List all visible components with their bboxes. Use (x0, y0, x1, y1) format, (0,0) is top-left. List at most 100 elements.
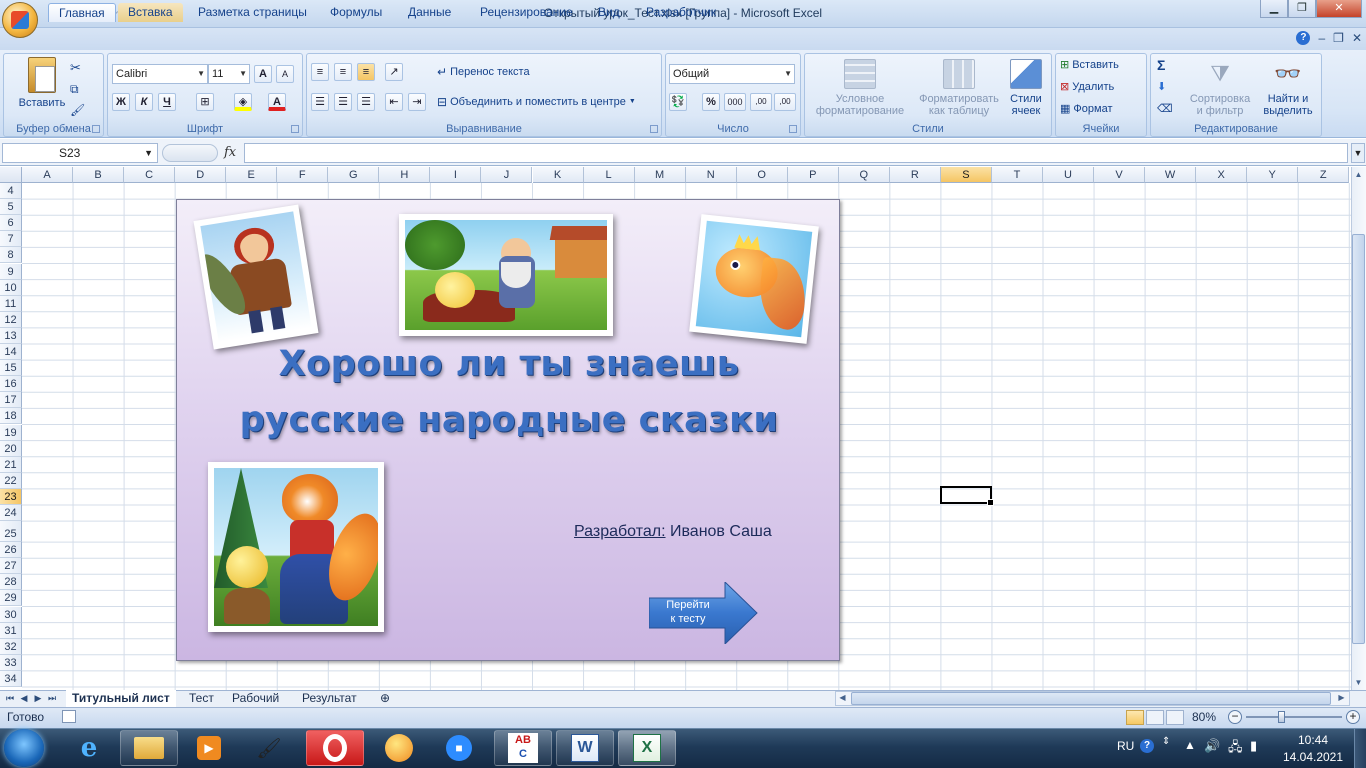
row-header-34[interactable]: 34 (0, 670, 22, 687)
opera-browser-icon[interactable] (306, 730, 364, 766)
conditional-formatting-button[interactable]: Условное форматирование (807, 59, 913, 117)
row-header-26[interactable]: 26 (0, 542, 22, 559)
tab-page-layout[interactable]: Разметка страницы (188, 3, 317, 22)
clock-time[interactable]: 10:44 (1278, 733, 1348, 747)
ribbon-restore-button[interactable]: ❐ (1333, 31, 1344, 45)
paste-button[interactable]: Вставить (12, 57, 72, 109)
sheet-tab-result[interactable]: Результат (296, 690, 363, 707)
format-cells-button[interactable]: ▦ Формат (1060, 99, 1112, 119)
column-header-d[interactable]: D (175, 167, 227, 183)
photo-goldfish[interactable] (689, 214, 819, 344)
office-button[interactable] (2, 2, 38, 38)
column-header-g[interactable]: G (328, 167, 380, 183)
column-header-n[interactable]: N (685, 167, 737, 183)
file-explorer-icon[interactable] (120, 730, 178, 766)
tab-formulas[interactable]: Формулы (320, 3, 392, 22)
column-header-s[interactable]: S (940, 167, 992, 183)
maximize-button[interactable]: ❐ (1288, 0, 1316, 18)
row-header-21[interactable]: 21 (0, 456, 22, 473)
row-header-22[interactable]: 22 (0, 472, 22, 489)
row-header-13[interactable]: 13 (0, 327, 22, 344)
number-format-combo[interactable]: Общий ▼ (669, 64, 795, 84)
column-header-r[interactable]: R (889, 167, 941, 183)
sheet-tab-test[interactable]: Тест (183, 690, 220, 707)
zoom-meeting-icon[interactable]: ■ (430, 730, 488, 766)
column-header-x[interactable]: X (1196, 167, 1248, 183)
row-header-20[interactable]: 20 (0, 440, 22, 457)
row-header-23[interactable]: 23 (0, 488, 22, 505)
zoom-in-icon[interactable]: + (1346, 710, 1360, 724)
media-player-icon[interactable]: ▶ (180, 730, 238, 766)
photo-fox-kolobok[interactable] (208, 462, 384, 632)
first-sheet-icon[interactable]: ⏮ (4, 691, 16, 706)
row-header-31[interactable]: 31 (0, 622, 22, 639)
column-header-o[interactable]: O (736, 167, 788, 183)
zoom-slider-track[interactable] (1246, 716, 1342, 718)
column-header-e[interactable]: E (226, 167, 278, 183)
next-sheet-icon[interactable]: ▶ (32, 691, 44, 706)
column-header-t[interactable]: T (991, 167, 1043, 183)
row-header-25[interactable]: 25 (0, 521, 22, 543)
minimize-button[interactable]: ▁ (1260, 0, 1288, 18)
ribbon-close-button[interactable]: ✕ (1352, 31, 1362, 45)
decrease-decimal-button[interactable]: ,00 (774, 92, 796, 112)
delete-cells-button[interactable]: ⊠ Удалить (1060, 77, 1114, 97)
currency-button[interactable]: 💱 (669, 92, 687, 112)
clock-date[interactable]: 14.04.2021 (1278, 750, 1348, 764)
row-header-8[interactable]: 8 (0, 247, 22, 264)
active-cell-selection[interactable] (940, 486, 994, 506)
column-header-l[interactable]: L (583, 167, 635, 183)
column-header-a[interactable]: A (22, 167, 74, 183)
zoom-slider-thumb[interactable] (1278, 711, 1285, 723)
vertical-scroll-thumb[interactable] (1352, 234, 1365, 644)
sheet-tab-title[interactable]: Титульный лист (66, 690, 176, 707)
column-header-y[interactable]: Y (1247, 167, 1299, 183)
font-launcher-icon[interactable] (291, 125, 299, 133)
last-sheet-icon[interactable]: ⏭ (46, 691, 58, 706)
horizontal-scroll-thumb[interactable] (851, 692, 1331, 705)
zoom-out-icon[interactable]: − (1228, 710, 1242, 724)
zoom-level[interactable]: 80% (1192, 710, 1216, 724)
row-header-17[interactable]: 17 (0, 392, 22, 409)
go-to-test-label[interactable]: Перейти к тесту (651, 598, 725, 626)
row-header-30[interactable]: 30 (0, 606, 22, 623)
close-button[interactable]: ✕ (1316, 0, 1362, 18)
increase-indent-button[interactable]: ⇥ (408, 92, 426, 112)
column-header-i[interactable]: I (430, 167, 482, 183)
column-header-m[interactable]: M (634, 167, 686, 183)
column-header-b[interactable]: B (73, 167, 125, 183)
sort-filter-button[interactable]: ⧩ Сортировка и фильтр (1185, 59, 1255, 117)
network-icon[interactable]: 🖧 (1228, 738, 1243, 760)
column-header-p[interactable]: P (787, 167, 839, 183)
column-header-z[interactable]: Z (1298, 167, 1350, 183)
photo-boy-with-fish[interactable] (193, 204, 319, 350)
microsoft-excel-icon[interactable]: X (618, 730, 676, 766)
microsoft-word-icon[interactable]: W (556, 730, 614, 766)
fill-color-button[interactable]: ◈ (234, 92, 252, 112)
number-launcher-icon[interactable] (789, 125, 797, 133)
tab-review[interactable]: Рецензирование (470, 3, 583, 22)
formula-input[interactable] (244, 143, 1348, 163)
tab-view[interactable]: Вид (588, 3, 630, 22)
insert-function-button[interactable]: fx (224, 145, 236, 160)
font-color-button[interactable]: A (268, 92, 286, 112)
sheet-tab-working[interactable]: Рабочий (226, 690, 285, 707)
alignment-launcher-icon[interactable] (650, 125, 658, 133)
insert-cells-button[interactable]: ⊞ Вставить (1060, 55, 1119, 75)
prev-sheet-icon[interactable]: ◀ (18, 691, 30, 706)
row-header-28[interactable]: 28 (0, 574, 22, 591)
row-header-12[interactable]: 12 (0, 311, 22, 328)
select-all-corner[interactable] (0, 167, 22, 183)
row-header-11[interactable]: 11 (0, 295, 22, 312)
bold-button[interactable]: Ж (112, 92, 130, 112)
italic-button[interactable]: К (135, 92, 153, 112)
autosum-button[interactable]: Σ (1157, 55, 1165, 75)
row-header-29[interactable]: 29 (0, 590, 22, 607)
column-header-q[interactable]: Q (838, 167, 890, 183)
tab-home[interactable]: Главная (48, 3, 116, 22)
help-tray-icon[interactable]: ? (1140, 739, 1154, 753)
signal-icon[interactable]: ▮ (1250, 738, 1257, 754)
scroll-up-icon[interactable]: ▲ (1352, 168, 1365, 182)
show-desktop-button[interactable] (1354, 729, 1366, 768)
row-header-32[interactable]: 32 (0, 638, 22, 655)
